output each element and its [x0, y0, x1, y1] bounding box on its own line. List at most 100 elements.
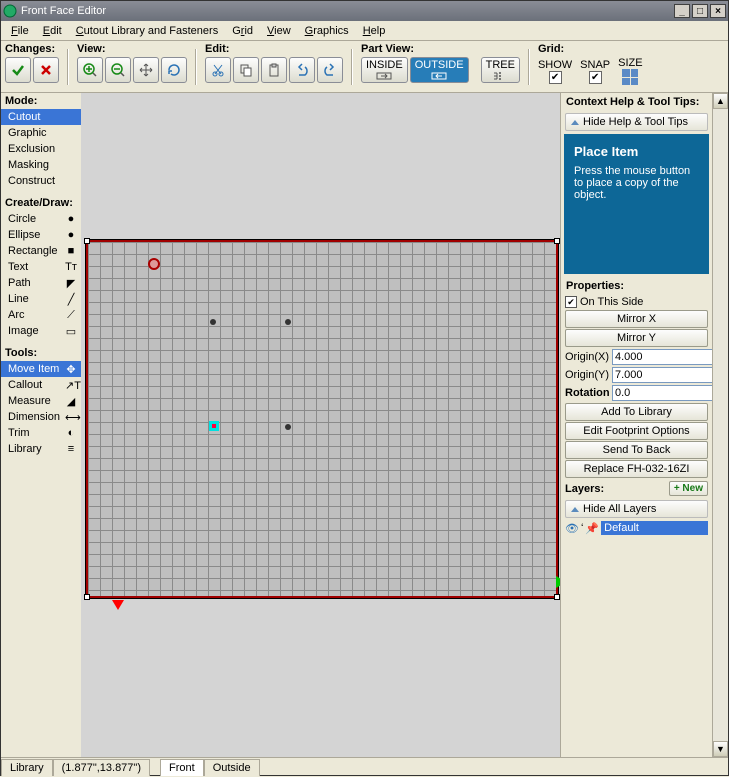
- right-scrollbar[interactable]: ▲ ▼: [712, 93, 728, 757]
- origin-y-arrow-icon: [112, 600, 124, 610]
- inside-button[interactable]: INSIDE: [361, 57, 408, 83]
- create-header: Create/Draw:: [1, 195, 81, 211]
- menu-edit[interactable]: Edit: [37, 23, 68, 39]
- view-label: View:: [77, 43, 187, 55]
- pan-button[interactable]: [133, 57, 159, 83]
- tool-move-item[interactable]: Move Item✥: [1, 361, 81, 377]
- cancel-button[interactable]: [33, 57, 59, 83]
- scroll-down-icon[interactable]: ▼: [713, 741, 728, 757]
- text-icon: Tᴛ: [65, 261, 77, 273]
- on-this-side-checkbox[interactable]: ✔: [565, 296, 577, 308]
- app-icon: [3, 4, 17, 18]
- tree-button[interactable]: TREE: [481, 57, 520, 83]
- menu-cutout[interactable]: Cutout Library and Fasteners: [70, 23, 224, 39]
- menu-file[interactable]: File: [5, 23, 35, 39]
- tools-header: Tools:: [1, 345, 81, 361]
- zoom-in-button[interactable]: [77, 57, 103, 83]
- partview-label: Part View:: [361, 43, 520, 55]
- circle-icon: ●: [65, 213, 77, 225]
- close-button[interactable]: ×: [710, 4, 726, 18]
- right-panel: Context Help & Tool Tips: Hide Help & To…: [560, 93, 728, 757]
- pin-icon[interactable]: 📌: [585, 522, 599, 535]
- create-arc[interactable]: Arc⟋: [1, 307, 81, 323]
- redo-button[interactable]: [317, 57, 343, 83]
- hide-help-toggle[interactable]: Hide Help & Tool Tips: [565, 113, 708, 131]
- create-circle[interactable]: Circle●: [1, 211, 81, 227]
- layer-row[interactable]: 👁 ‘ 📌 Default: [561, 520, 712, 536]
- scroll-up-icon[interactable]: ▲: [713, 93, 728, 109]
- mirror-y-button[interactable]: Mirror Y: [565, 329, 708, 347]
- grid-size-button[interactable]: [622, 69, 638, 85]
- paste-button[interactable]: [261, 57, 287, 83]
- menu-view[interactable]: View: [261, 23, 297, 39]
- tool-measure[interactable]: Measure◢: [1, 393, 81, 409]
- hole-marker[interactable]: [285, 424, 291, 430]
- lock-icon[interactable]: ‘: [581, 522, 583, 534]
- arc-icon: ⟋: [65, 309, 77, 322]
- eye-icon[interactable]: 👁: [565, 522, 579, 535]
- add-to-library-button[interactable]: Add To Library: [565, 403, 708, 421]
- statusbar: Library (1.877",13.877") Front Outside: [1, 757, 728, 777]
- status-coords: (1.877",13.877"): [53, 759, 150, 776]
- grid-show-checkbox[interactable]: ✔: [549, 71, 562, 84]
- collapse-up-icon: [571, 120, 579, 125]
- tip-body: Press the mouse button to place a copy o…: [574, 165, 699, 201]
- dimension-icon: ⟷: [65, 411, 77, 424]
- path-icon: ◤: [65, 277, 77, 290]
- mirror-x-button[interactable]: Mirror X: [565, 310, 708, 328]
- selected-cutout[interactable]: [209, 421, 219, 431]
- mode-cutout[interactable]: Cutout: [1, 109, 81, 125]
- mode-construct[interactable]: Construct: [1, 173, 81, 189]
- properties-header: Properties:: [566, 280, 624, 292]
- copy-button[interactable]: [233, 57, 259, 83]
- grid-snap-checkbox[interactable]: ✔: [589, 71, 602, 84]
- maximize-button[interactable]: □: [692, 4, 708, 18]
- create-rectangle[interactable]: Rectangle■: [1, 243, 81, 259]
- status-tab-front[interactable]: Front: [160, 759, 204, 776]
- titlebar: Front Face Editor _ □ ×: [1, 1, 728, 21]
- mode-masking[interactable]: Masking: [1, 157, 81, 173]
- origin-x-input[interactable]: [612, 349, 712, 365]
- tool-callout[interactable]: Callout↗T: [1, 377, 81, 393]
- canvas[interactable]: [81, 93, 560, 757]
- zoom-out-button[interactable]: [105, 57, 131, 83]
- create-image[interactable]: Image▭: [1, 323, 81, 339]
- hole-marker[interactable]: [210, 319, 216, 325]
- ellipse-icon: ●: [65, 229, 77, 241]
- layer-name[interactable]: Default: [601, 521, 708, 535]
- collapse-up-icon: [571, 507, 579, 512]
- tip-title: Place Item: [574, 144, 699, 159]
- new-layer-button[interactable]: + New: [669, 481, 708, 496]
- cut-button[interactable]: [205, 57, 231, 83]
- create-line[interactable]: Line╱: [1, 291, 81, 307]
- accept-button[interactable]: [5, 57, 31, 83]
- menu-graphics[interactable]: Graphics: [299, 23, 355, 39]
- create-text[interactable]: TextTᴛ: [1, 259, 81, 275]
- hole-marker[interactable]: [148, 258, 160, 270]
- send-to-back-button[interactable]: Send To Back: [565, 441, 708, 459]
- rectangle-icon: ■: [65, 245, 77, 257]
- measure-icon: ◢: [65, 395, 77, 408]
- rotation-input[interactable]: [612, 385, 712, 401]
- tool-trim[interactable]: Trim◐: [1, 425, 81, 441]
- edit-footprint-button[interactable]: Edit Footprint Options: [565, 422, 708, 440]
- tool-library[interactable]: Library≡: [1, 441, 81, 457]
- mode-exclusion[interactable]: Exclusion: [1, 141, 81, 157]
- undo-button[interactable]: [289, 57, 315, 83]
- hole-marker[interactable]: [285, 319, 291, 325]
- tool-dimension[interactable]: Dimension⟷: [1, 409, 81, 425]
- panel-outline[interactable]: [86, 240, 558, 598]
- menu-grid[interactable]: Grid: [226, 23, 259, 39]
- origin-y-input[interactable]: [612, 367, 712, 383]
- hide-layers-toggle[interactable]: Hide All Layers: [565, 500, 708, 518]
- outside-button[interactable]: OUTSIDE: [410, 57, 469, 83]
- create-path[interactable]: Path◤: [1, 275, 81, 291]
- menu-help[interactable]: Help: [357, 23, 392, 39]
- mode-graphic[interactable]: Graphic: [1, 125, 81, 141]
- status-tab-outside[interactable]: Outside: [204, 759, 260, 776]
- replace-button[interactable]: Replace FH-032-16ZI: [565, 460, 708, 478]
- refresh-button[interactable]: [161, 57, 187, 83]
- minimize-button[interactable]: _: [674, 4, 690, 18]
- status-tab-library[interactable]: Library: [1, 759, 53, 776]
- create-ellipse[interactable]: Ellipse●: [1, 227, 81, 243]
